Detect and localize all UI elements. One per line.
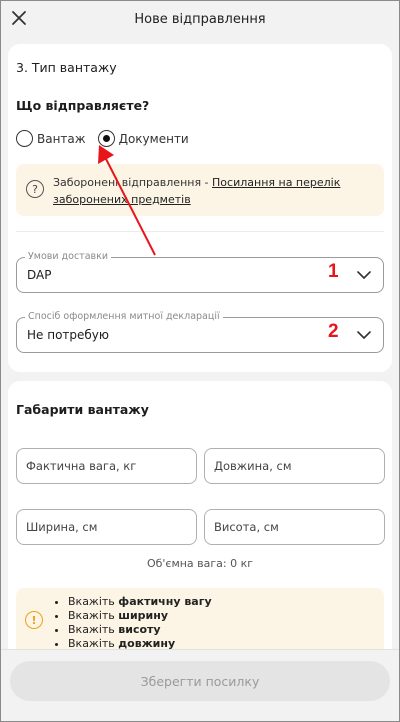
page-title: Нове відправлення [134, 11, 266, 27]
length-input[interactable]: Довжина, см [204, 448, 385, 484]
footer-bar: Зберегти посилку [0, 649, 400, 722]
banner-label: Заборонені відправлення - [53, 176, 213, 189]
app-header: Нове відправлення [0, 0, 400, 38]
list-item: Вкажіть висоту [68, 623, 212, 637]
save-parcel-button[interactable]: Зберегти посилку [10, 661, 390, 701]
radio-label: Документи [118, 131, 189, 146]
annotation-number: 1 [328, 261, 339, 282]
weight-placeholder: Фактична вага, кг [26, 459, 137, 473]
cargo-type-radio-group: Вантаж Документи [16, 130, 201, 147]
divider [16, 231, 384, 232]
chevron-down-icon [357, 271, 371, 279]
section-title: 3. Тип вантажу [16, 60, 117, 75]
banner-text: Заборонені відправлення - Посилання на п… [53, 174, 375, 208]
select-value: DAP [27, 268, 52, 282]
radio-label: Вантаж [37, 131, 86, 146]
delivery-terms-select[interactable]: Умови доставки DAP 1 [16, 251, 384, 293]
select-value: Не потребую [27, 328, 110, 342]
customs-declaration-select[interactable]: Спосіб оформлення митної декларації Не п… [16, 311, 384, 353]
prohibited-items-banner: ? Заборонені відправлення - Посилання на… [16, 164, 384, 216]
question-icon: ? [26, 180, 44, 198]
field-label: Спосіб оформлення митної декларації [25, 311, 223, 323]
width-placeholder: Ширина, см [26, 520, 98, 534]
question-label: Що відправляєте? [16, 98, 150, 113]
radio-circle [16, 130, 33, 147]
volume-weight: Об'ємна вага: 0 кг [146, 557, 254, 570]
radio-documents[interactable]: Документи [97, 130, 189, 147]
tips-list: Вкажіть фактичну вагу Вкажіть ширину Вка… [68, 595, 212, 651]
list-item: Вкажіть фактичну вагу [68, 595, 212, 609]
length-placeholder: Довжина, см [214, 459, 292, 473]
height-placeholder: Висота, см [214, 520, 279, 534]
weight-input[interactable]: Фактична вага, кг [16, 448, 197, 484]
width-input[interactable]: Ширина, см [16, 509, 197, 545]
list-item: Вкажіть ширину [68, 609, 212, 623]
section-title: Габарити вантажу [16, 402, 149, 417]
dimensions-card: Габарити вантажу Фактична вага, кг Довжи… [8, 381, 392, 681]
field-label: Умови доставки [25, 251, 112, 263]
chevron-down-icon [357, 331, 371, 339]
annotation-number: 2 [328, 321, 339, 342]
warning-icon: ! [25, 611, 43, 629]
height-input[interactable]: Висота, см [204, 509, 385, 545]
cargo-type-card: 3. Тип вантажу Що відправляєте? Вантаж Д… [8, 44, 392, 372]
close-icon[interactable] [10, 9, 28, 27]
radio-cargo[interactable]: Вантаж [16, 130, 86, 147]
radio-circle-selected [97, 130, 115, 147]
